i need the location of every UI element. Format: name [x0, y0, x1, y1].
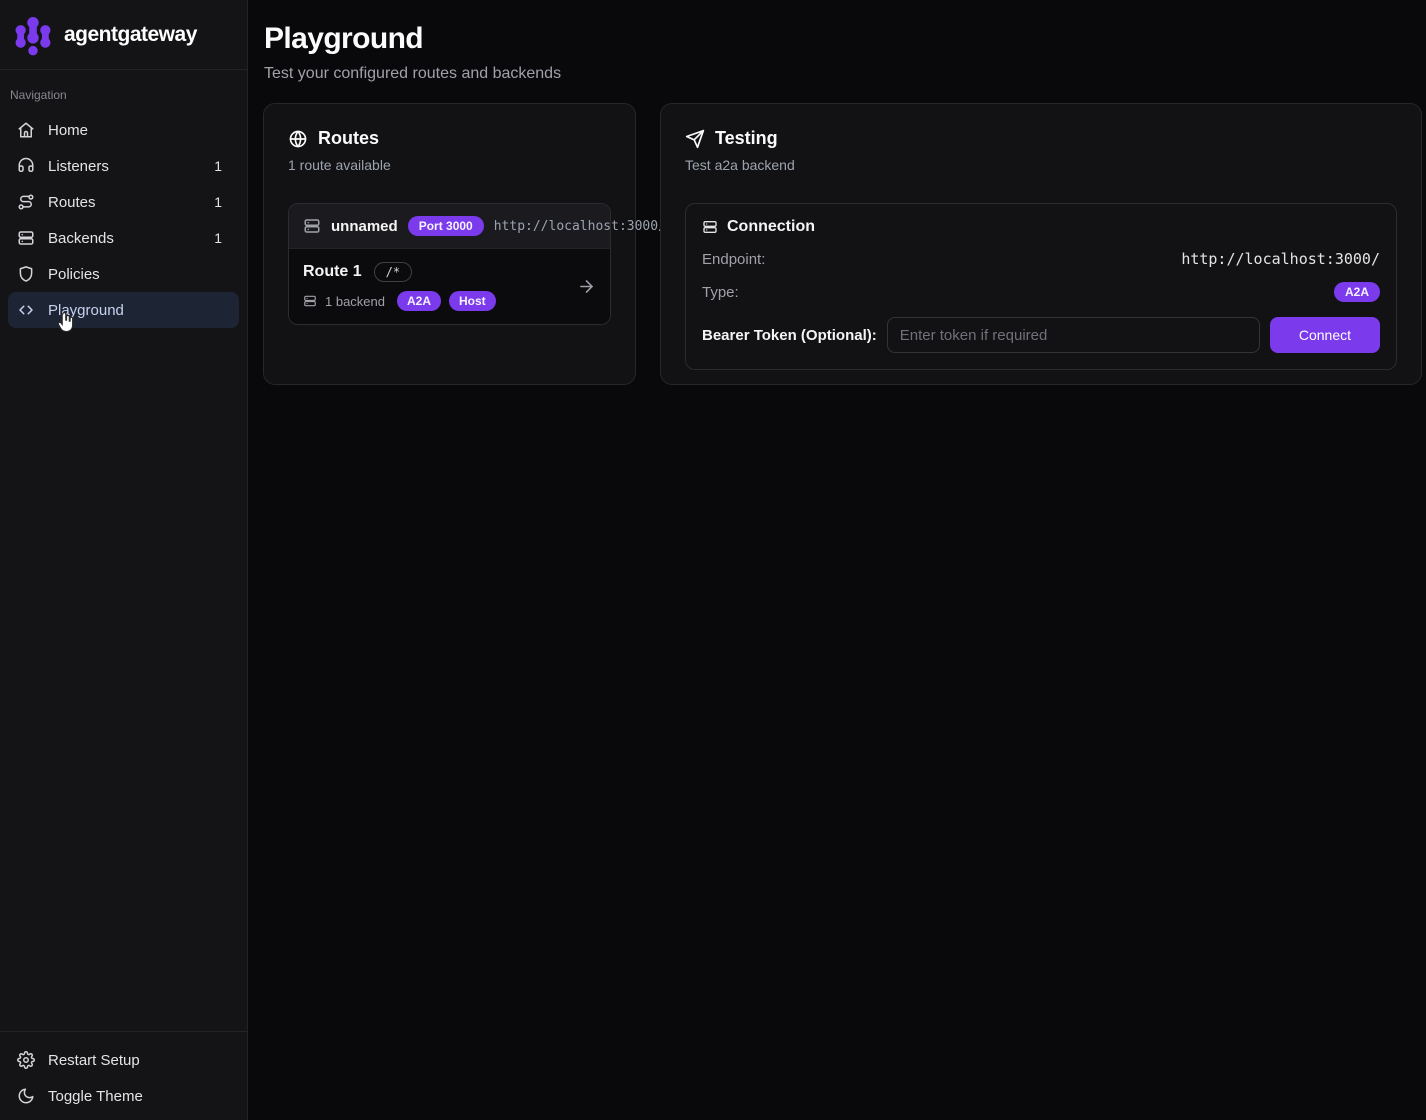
sidebar-item-home[interactable]: Home	[8, 112, 239, 148]
route-badge-a2a: A2A	[397, 291, 441, 311]
nav-section-label: Navigation	[8, 82, 239, 112]
route-name: Route 1	[303, 263, 362, 281]
route-list-item[interactable]: Route 1 /* 1 backend A2A Host	[289, 248, 610, 324]
server-icon	[702, 219, 718, 235]
page-title: Playground	[264, 22, 1410, 56]
sidebar-item-listeners[interactable]: Listeners 1	[8, 148, 239, 184]
route-badge-host: Host	[449, 291, 496, 311]
connection-header: Connection	[702, 218, 1380, 236]
sidebar-item-routes[interactable]: Routes 1	[8, 184, 239, 220]
listener-url: http://localhost:3000/	[494, 219, 666, 234]
routes-card: Routes 1 route available unnamed Port 30…	[263, 103, 636, 385]
code-icon	[17, 301, 35, 319]
route-path-badge: /*	[374, 262, 412, 282]
main-content: Playground Test your configured routes a…	[248, 0, 1426, 1120]
routes-card-header: Routes	[288, 128, 611, 149]
sidebar-item-backends[interactable]: Backends 1	[8, 220, 239, 256]
sidebar-footer: Restart Setup Toggle Theme	[0, 1031, 247, 1120]
page-subtitle: Test your configured routes and backends	[264, 65, 1410, 83]
sidebar-item-label: Policies	[48, 266, 100, 283]
sidebar-item-label: Routes	[48, 194, 96, 211]
routes-count: 1	[214, 194, 230, 210]
sidebar-item-policies[interactable]: Policies	[8, 256, 239, 292]
sidebar-item-playground[interactable]: Playground	[8, 292, 239, 328]
endpoint-label: Endpoint:	[702, 251, 765, 268]
endpoint-value: http://localhost:3000/	[1181, 250, 1380, 268]
connect-button[interactable]: Connect	[1270, 317, 1380, 353]
sidebar-nav: Navigation Home Listeners 1 Routes 1	[0, 70, 247, 1031]
listener-port-badge: Port 3000	[408, 216, 484, 236]
testing-card-title: Testing	[715, 128, 778, 149]
connection-panel: Connection Endpoint: http://localhost:30…	[685, 203, 1397, 370]
home-icon	[17, 121, 35, 139]
agentgateway-logo-icon	[14, 14, 52, 56]
route-backend-count: 1 backend	[325, 294, 385, 309]
bearer-token-row: Bearer Token (Optional): Connect	[702, 317, 1380, 353]
listeners-count: 1	[214, 158, 230, 174]
toggle-theme-label: Toggle Theme	[48, 1088, 143, 1105]
sidebar-item-label: Backends	[48, 230, 114, 247]
server-icon	[303, 217, 321, 235]
routes-card-title: Routes	[318, 128, 379, 149]
send-icon	[685, 129, 705, 149]
moon-icon	[17, 1087, 35, 1105]
testing-card-subtitle: Test a2a backend	[685, 157, 1397, 173]
type-row: Type: A2A	[702, 282, 1380, 302]
brand: agentgateway	[0, 0, 247, 70]
bearer-token-input[interactable]	[887, 317, 1260, 353]
connection-title: Connection	[727, 218, 815, 236]
routes-card-subtitle: 1 route available	[288, 157, 611, 173]
route-info: Route 1 /* 1 backend A2A Host	[303, 262, 496, 311]
testing-card: Testing Test a2a backend Connection Endp…	[660, 103, 1422, 385]
sidebar-item-label: Listeners	[48, 158, 109, 175]
testing-card-header: Testing	[685, 128, 1397, 149]
sidebar-item-label: Playground	[48, 302, 124, 319]
listener-name: unnamed	[331, 218, 398, 235]
sidebar: agentgateway Navigation Home Listeners 1…	[0, 0, 248, 1120]
listener-group: unnamed Port 3000 http://localhost:3000/…	[288, 203, 611, 325]
type-badge: A2A	[1334, 282, 1380, 302]
arrow-right-icon	[577, 277, 596, 296]
sidebar-item-label: Home	[48, 122, 88, 139]
backends-count: 1	[214, 230, 230, 246]
type-label: Type:	[702, 284, 739, 301]
server-icon	[303, 294, 317, 308]
globe-icon	[288, 129, 308, 149]
shield-icon	[17, 265, 35, 283]
page-header: Playground Test your configured routes a…	[248, 0, 1426, 83]
endpoint-row: Endpoint: http://localhost:3000/	[702, 250, 1380, 268]
restart-setup-label: Restart Setup	[48, 1052, 140, 1069]
headphones-icon	[17, 157, 35, 175]
gear-icon	[17, 1051, 35, 1069]
bearer-token-label: Bearer Token (Optional):	[702, 327, 877, 344]
toggle-theme-button[interactable]: Toggle Theme	[8, 1078, 239, 1114]
listener-row: unnamed Port 3000 http://localhost:3000/	[289, 204, 610, 248]
restart-setup-button[interactable]: Restart Setup	[8, 1042, 239, 1078]
brand-title: agentgateway	[64, 23, 197, 47]
server-icon	[17, 229, 35, 247]
route-icon	[17, 193, 35, 211]
cards-row: Routes 1 route available unnamed Port 30…	[248, 83, 1426, 385]
